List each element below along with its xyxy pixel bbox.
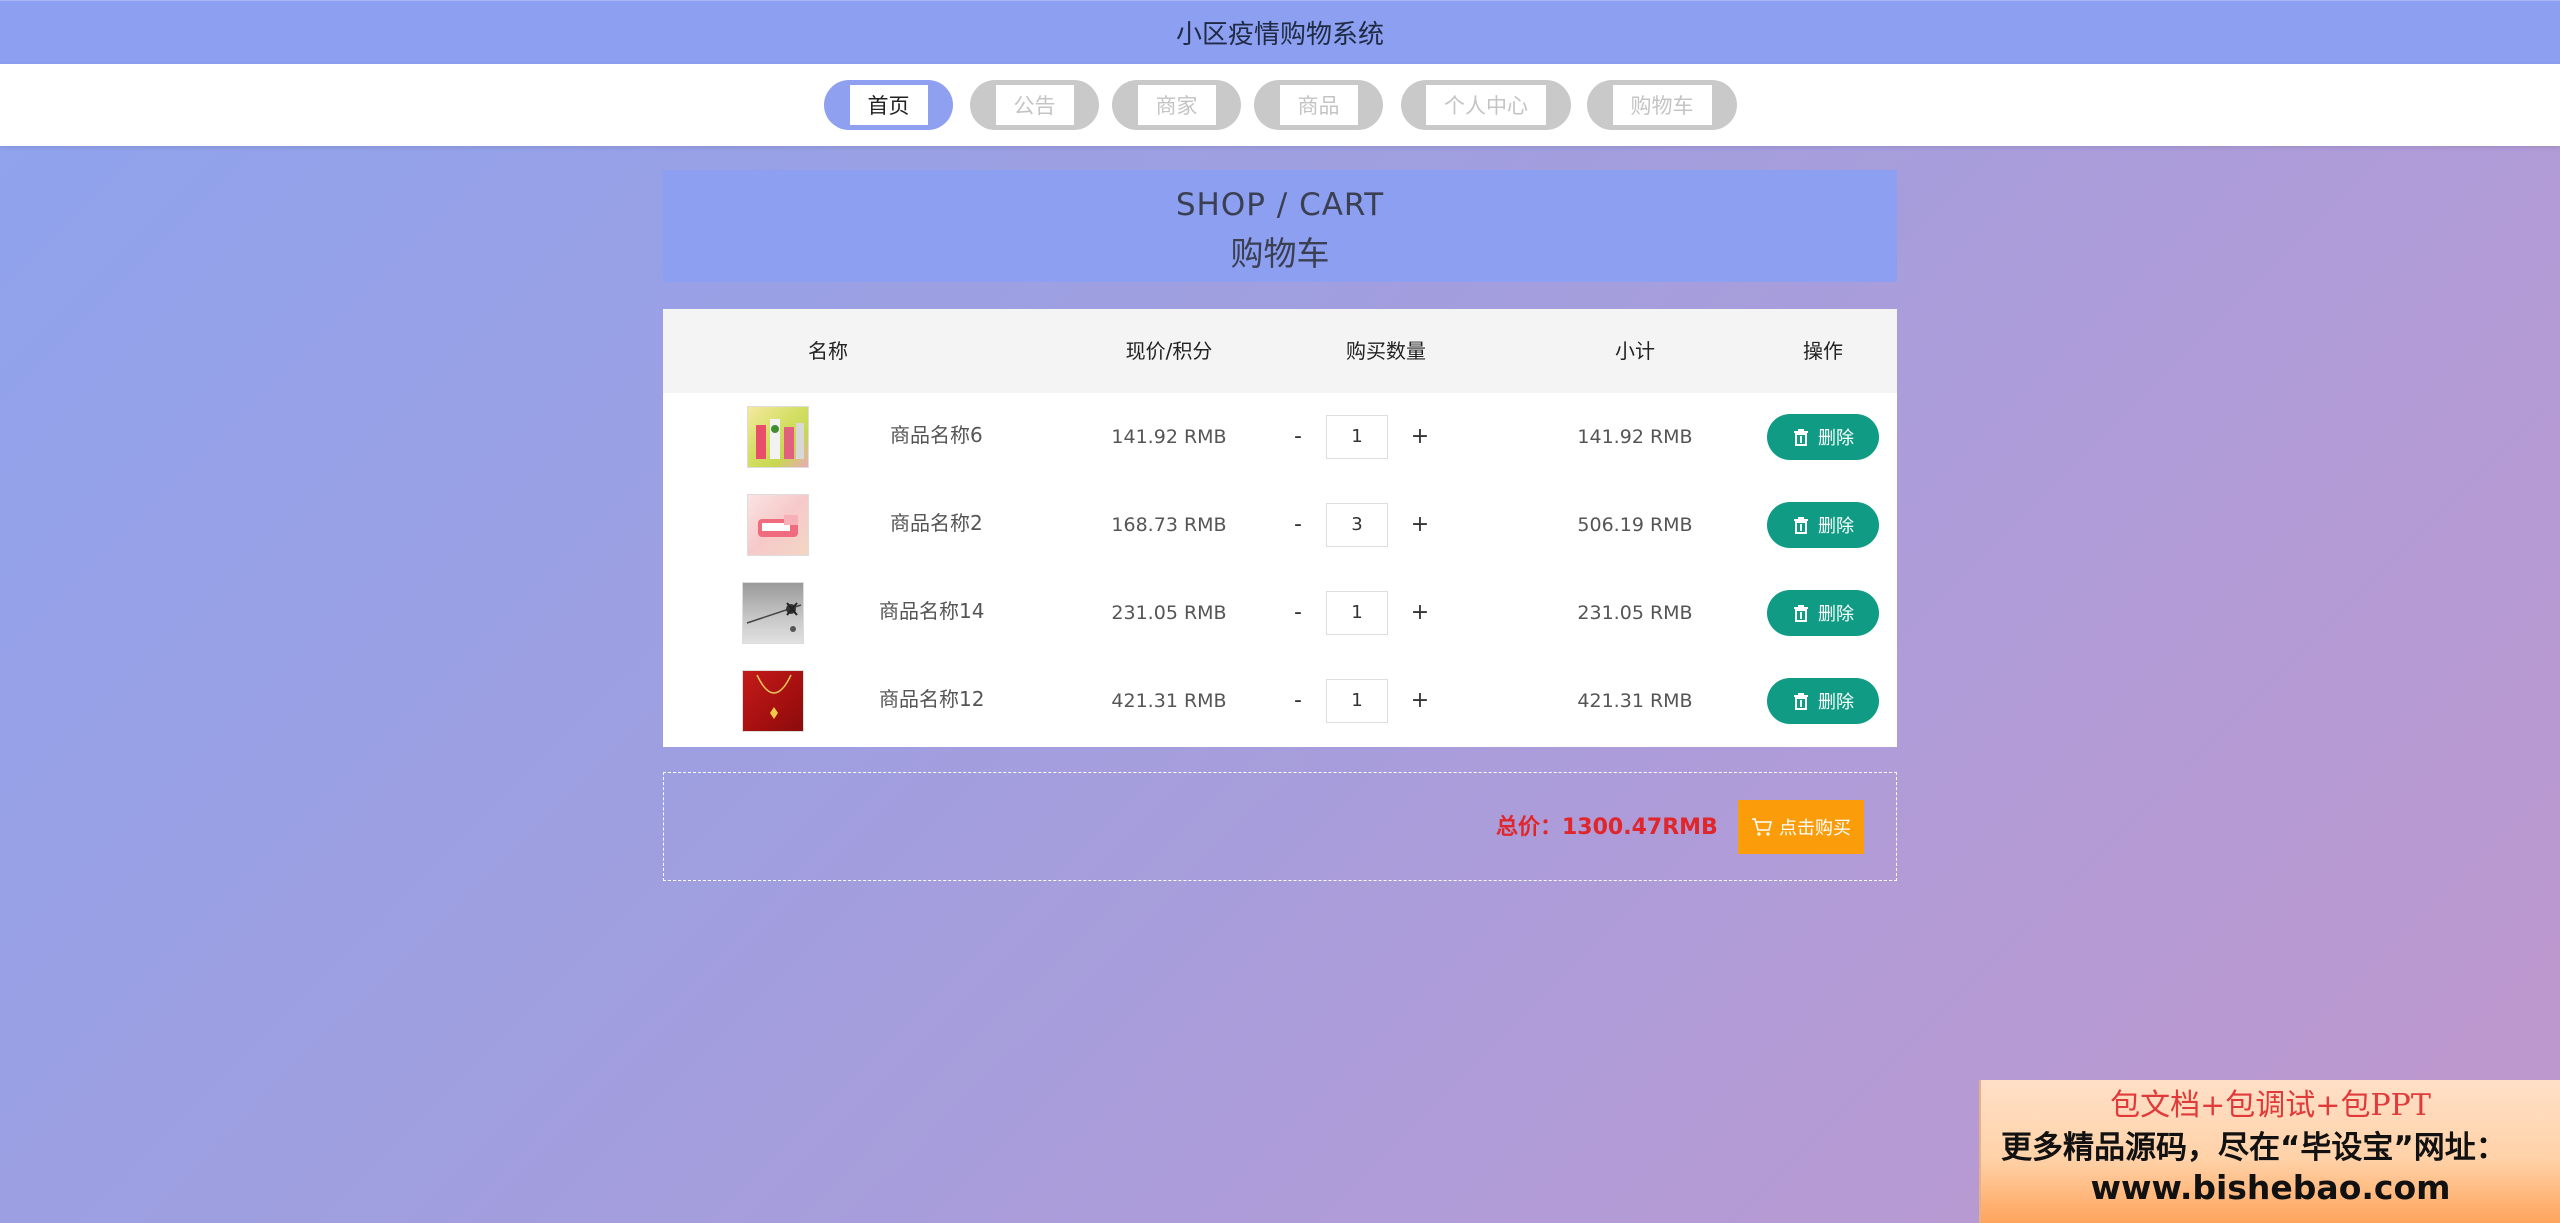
product-subtotal: 421.31 RMB bbox=[1577, 690, 1693, 712]
table-row: 商品名称2 168.73 RMB - 3 + 506.19 RMB 删除 bbox=[663, 481, 1897, 569]
nav-cart[interactable]: 购物车 bbox=[1587, 80, 1737, 130]
product-image-art bbox=[746, 602, 802, 632]
table-header: 名称 现价/积分 购买数量 小计 操作 bbox=[663, 309, 1897, 393]
promo-url: www.bishebao.com bbox=[2090, 1168, 2451, 1207]
nav-merchant[interactable]: 商家 bbox=[1112, 80, 1241, 130]
trash-icon bbox=[1794, 605, 1808, 622]
trash-icon bbox=[1794, 693, 1808, 710]
nav-home[interactable]: 首页 bbox=[824, 80, 953, 130]
cart-table: 名称 现价/积分 购买数量 小计 操作 商品名称6 141.92 RMB - 1… bbox=[663, 309, 1897, 747]
promo-line-1: 包文档+包调试+包PPT bbox=[2110, 1088, 2431, 1123]
qty-input[interactable]: 1 bbox=[1326, 415, 1388, 459]
nav-merchant-label: 商家 bbox=[1137, 85, 1216, 125]
product-image[interactable] bbox=[747, 494, 809, 556]
table-row: 商品名称14 231.05 RMB - 1 + 231.05 RMB 删除 bbox=[663, 569, 1897, 657]
product-subtotal: 506.19 RMB bbox=[1577, 514, 1693, 536]
delete-button[interactable]: 删除 bbox=[1767, 414, 1879, 460]
product-image-art bbox=[758, 515, 798, 537]
header-name: 名称 bbox=[808, 339, 848, 363]
header-price: 现价/积分 bbox=[1125, 339, 1213, 363]
nav-products-label: 商品 bbox=[1279, 85, 1358, 125]
qty-plus-button[interactable]: + bbox=[1410, 481, 1430, 569]
product-subtotal: 141.92 RMB bbox=[1577, 426, 1693, 448]
trash-icon bbox=[1794, 429, 1808, 446]
app-title: 小区疫情购物系统 bbox=[1175, 20, 1384, 50]
nav-cart-label: 购物车 bbox=[1612, 85, 1712, 125]
nav-home-label: 首页 bbox=[849, 85, 928, 125]
nav-profile-label: 个人中心 bbox=[1426, 85, 1546, 125]
buy-button[interactable]: 点击购买 bbox=[1738, 800, 1864, 854]
product-subtotal: 231.05 RMB bbox=[1577, 602, 1693, 624]
header-qty: 购买数量 bbox=[1346, 339, 1426, 363]
nav-bar: 首页 公告 商家 商品 个人中心 购物车 bbox=[0, 64, 2560, 146]
product-image-art bbox=[756, 419, 804, 459]
qty-input[interactable]: 3 bbox=[1326, 503, 1388, 547]
table-row: 商品名称12 421.31 RMB - 1 + 421.31 RMB 删除 bbox=[663, 657, 1897, 745]
qty-minus-button[interactable]: - bbox=[1288, 569, 1308, 657]
header-subtotal: 小计 bbox=[1615, 339, 1655, 363]
banner-title-zh: 购物车 bbox=[1230, 234, 1330, 273]
product-price: 168.73 RMB bbox=[1111, 514, 1227, 536]
promo-line-2: 更多精品源码，尽在“毕设宝”网址： bbox=[2001, 1130, 2507, 1166]
product-image[interactable] bbox=[742, 670, 804, 732]
product-image[interactable] bbox=[742, 582, 804, 644]
product-price: 421.31 RMB bbox=[1111, 690, 1227, 712]
delete-label: 删除 bbox=[1818, 516, 1854, 537]
qty-minus-button[interactable]: - bbox=[1288, 657, 1308, 745]
qty-input[interactable]: 1 bbox=[1326, 591, 1388, 635]
table-row: 商品名称6 141.92 RMB - 1 + 141.92 RMB 删除 bbox=[663, 393, 1897, 481]
delete-label: 删除 bbox=[1818, 692, 1854, 713]
qty-plus-button[interactable]: + bbox=[1410, 393, 1430, 481]
header-action: 操作 bbox=[1803, 339, 1843, 363]
qty-plus-button[interactable]: + bbox=[1410, 657, 1430, 745]
checkout-bar: 总价：1300.47RMB 点击购买 bbox=[663, 772, 1897, 881]
product-price: 231.05 RMB bbox=[1111, 602, 1227, 624]
product-name[interactable]: 商品名称2 bbox=[890, 507, 983, 536]
nav-notice[interactable]: 公告 bbox=[970, 80, 1099, 130]
delete-button[interactable]: 删除 bbox=[1767, 678, 1879, 724]
nav-notice-label: 公告 bbox=[995, 85, 1074, 125]
qty-minus-button[interactable]: - bbox=[1288, 481, 1308, 569]
product-name[interactable]: 商品名称12 bbox=[879, 683, 984, 712]
qty-minus-button[interactable]: - bbox=[1288, 393, 1308, 481]
product-image[interactable] bbox=[747, 406, 809, 468]
product-price: 141.92 RMB bbox=[1111, 426, 1227, 448]
qty-input[interactable]: 1 bbox=[1326, 679, 1388, 723]
delete-label: 删除 bbox=[1818, 604, 1854, 625]
qty-plus-button[interactable]: + bbox=[1410, 569, 1430, 657]
product-name[interactable]: 商品名称14 bbox=[879, 595, 984, 624]
nav-products[interactable]: 商品 bbox=[1254, 80, 1383, 130]
product-image-art bbox=[756, 674, 792, 719]
total-price: 总价：1300.47RMB bbox=[1496, 815, 1718, 840]
buy-label: 点击购买 bbox=[1779, 818, 1851, 839]
delete-label: 删除 bbox=[1818, 428, 1854, 449]
nav-profile[interactable]: 个人中心 bbox=[1401, 80, 1571, 130]
product-name[interactable]: 商品名称6 bbox=[890, 419, 983, 448]
app-header: 小区疫情购物系统 bbox=[0, 0, 2560, 64]
delete-button[interactable]: 删除 bbox=[1767, 502, 1879, 548]
delete-button[interactable]: 删除 bbox=[1767, 590, 1879, 636]
promo-banner[interactable]: 包文档+包调试+包PPT 更多精品源码，尽在“毕设宝”网址： www.bishe… bbox=[1979, 1080, 2560, 1223]
cart-icon bbox=[1752, 818, 1773, 836]
trash-icon bbox=[1794, 517, 1808, 534]
banner-title-en: SHOP / CART bbox=[1175, 187, 1385, 223]
page-banner: SHOP / CART 购物车 bbox=[663, 170, 1897, 282]
